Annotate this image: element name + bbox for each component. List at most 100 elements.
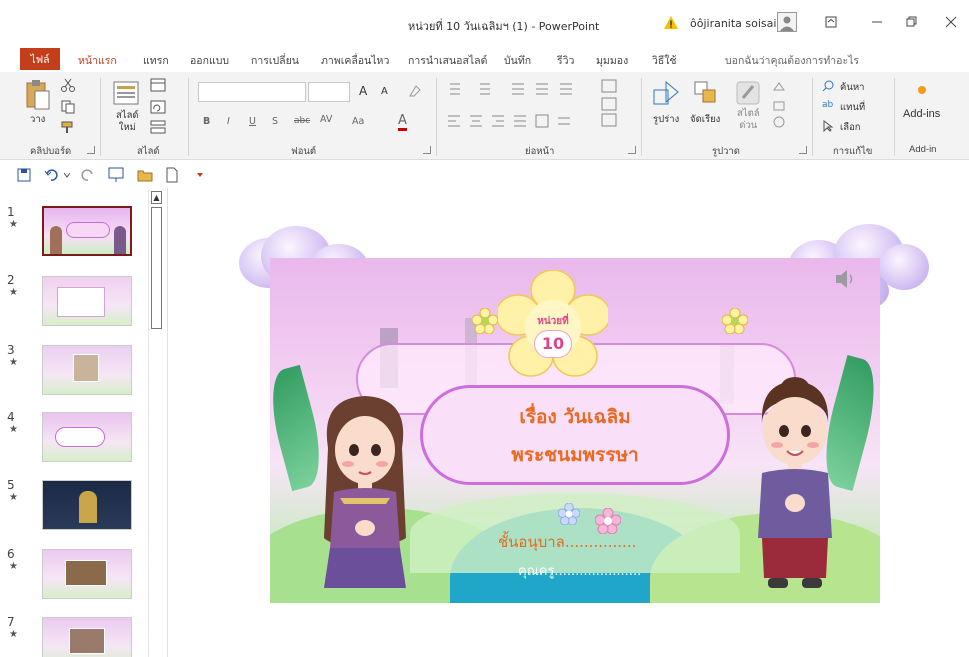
font-size-combobox[interactable]: [308, 82, 350, 102]
audio-speaker-icon[interactable]: [832, 266, 858, 292]
quick-styles-label[interactable]: สไตล์ ด่วน: [737, 108, 760, 132]
teacher-line[interactable]: คุณครู.....................: [518, 560, 641, 581]
shape-fill-outline-effects-icons[interactable]: [771, 80, 787, 130]
font-color-button[interactable]: A: [398, 114, 407, 131]
font-launcher-icon[interactable]: [423, 146, 431, 154]
paragraph-align-icons[interactable]: [446, 114, 576, 128]
quick-access-toolbar: [0, 160, 969, 188]
arrange-icon[interactable]: [693, 80, 721, 108]
addins-icon[interactable]: [916, 84, 928, 96]
paste-label[interactable]: วาง: [30, 112, 45, 127]
character-spacing-icon[interactable]: AV: [320, 114, 332, 125]
slide[interactable]: เรื่อง วันเฉลิม พระชนมพรรษา หน่วยที่ 10: [270, 258, 880, 603]
restore-icon[interactable]: [897, 10, 927, 34]
slide-thumbnail-7[interactable]: [42, 617, 132, 657]
slide-number: 4: [7, 410, 15, 424]
new-slide-icon[interactable]: [112, 78, 140, 108]
slide-thumbnail-5[interactable]: [42, 480, 132, 530]
select-label[interactable]: เลือก: [840, 120, 861, 135]
tab-record[interactable]: บันทึก: [504, 52, 531, 69]
replace-label[interactable]: แทนที่: [840, 100, 865, 115]
scrollbar-thumb[interactable]: [151, 207, 162, 329]
redo-icon[interactable]: [81, 168, 95, 182]
replace-icon[interactable]: ab: [822, 100, 833, 110]
reset-icon[interactable]: [150, 100, 166, 114]
girl-character-image: [324, 396, 406, 588]
copy-icon[interactable]: [60, 100, 76, 114]
arrange-label[interactable]: จัดเรียง: [690, 112, 720, 127]
powerpoint-window: หน่วยที่ 10 วันเฉลิมฯ (1) - PowerPoint ô…: [0, 0, 969, 657]
tab-transitions[interactable]: การเปลี่ยน: [251, 52, 299, 69]
thumbnail-scrollbar[interactable]: ▲: [148, 188, 163, 657]
slide-thumbnail-6[interactable]: [42, 549, 132, 599]
tab-file[interactable]: ไฟล์: [20, 48, 60, 70]
change-case-icon[interactable]: Aa: [352, 116, 364, 127]
warning-icon[interactable]: [663, 15, 679, 31]
tell-me-search[interactable]: บอกฉันว่าคุณต้องการทำอะไร: [725, 52, 859, 69]
new-file-icon[interactable]: [166, 167, 178, 183]
slide-thumbnail-2[interactable]: [42, 276, 132, 326]
save-icon[interactable]: [17, 168, 31, 182]
ribbon: วาง สไลด์ ใหม่ A A B I U S abc AV Aa A ร…: [0, 72, 969, 160]
shapes-icon[interactable]: [652, 80, 680, 108]
title-box[interactable]: เรื่อง วันเฉลิม พระชนมพรรษา: [420, 385, 730, 485]
group-editing-label: การแก้ไข: [833, 146, 873, 157]
undo-dropdown-icon[interactable]: [64, 172, 70, 178]
animation-star-icon: ★: [9, 219, 18, 230]
tab-animations[interactable]: ภาพเคลื่อนไหว: [321, 52, 389, 69]
clipboard-launcher-icon[interactable]: [87, 146, 95, 154]
animation-star-icon: ★: [9, 424, 18, 435]
unit-number: 10: [534, 330, 572, 358]
undo-icon[interactable]: [44, 168, 60, 182]
find-label[interactable]: ค้นหา: [840, 80, 864, 95]
paragraph-lists-icons[interactable]: [446, 82, 576, 96]
close-icon[interactable]: [936, 10, 966, 34]
quick-styles-icon[interactable]: [735, 80, 763, 108]
tab-home[interactable]: หน้าแรก: [78, 52, 117, 77]
small-flower-icon: [558, 503, 580, 525]
scroll-up-icon[interactable]: ▲: [151, 191, 162, 204]
text-direction-icons[interactable]: [600, 78, 620, 128]
paragraph-launcher-icon[interactable]: [628, 146, 636, 154]
shapes-label[interactable]: รูปร่าง: [653, 112, 679, 127]
addins-button[interactable]: Add-ins: [903, 108, 940, 120]
tab-review[interactable]: รีวิว: [557, 52, 574, 69]
shadow-icon[interactable]: S: [272, 116, 278, 127]
ribbon-tabs: ไฟล์ หน้าแรก แทรก ออกแบบ การเปลี่ยน ภาพเ…: [0, 44, 969, 109]
tab-slideshow[interactable]: การนำเสนอสไลด์: [408, 52, 487, 69]
class-line[interactable]: ชั้นอนุบาล...............: [498, 530, 636, 554]
open-folder-icon[interactable]: [137, 168, 153, 182]
font-size-increase[interactable]: A: [359, 84, 367, 98]
customize-qat-icon[interactable]: [197, 172, 203, 178]
italic-icon[interactable]: I: [227, 116, 230, 127]
paste-icon[interactable]: [24, 78, 52, 112]
font-name-combobox[interactable]: [198, 82, 306, 102]
tab-view[interactable]: มุมมอง: [596, 52, 628, 69]
start-from-beginning-icon[interactable]: [108, 167, 124, 183]
slide-thumbnail-4[interactable]: [42, 412, 132, 462]
bold-icon[interactable]: B: [203, 116, 210, 127]
tab-help[interactable]: วิธีใช้: [652, 52, 677, 69]
user-name[interactable]: ôôjiranita soisai: [690, 17, 776, 30]
slide-thumbnail-3[interactable]: [42, 345, 132, 395]
slide-number: 3: [7, 343, 15, 357]
tab-insert[interactable]: แทรก: [143, 52, 169, 69]
minimize-icon[interactable]: [862, 10, 892, 34]
drawing-launcher-icon[interactable]: [799, 146, 807, 154]
font-size-decrease[interactable]: A: [381, 86, 388, 97]
strikethrough-icon[interactable]: abc: [294, 116, 310, 126]
select-icon[interactable]: [822, 120, 834, 132]
slide-thumbnail-1[interactable]: [42, 206, 132, 256]
format-painter-icon[interactable]: [60, 120, 76, 134]
user-avatar[interactable]: [777, 12, 797, 32]
cut-icon[interactable]: [60, 78, 76, 92]
layout-icon[interactable]: [150, 78, 166, 92]
find-icon[interactable]: [822, 80, 834, 92]
tab-design[interactable]: ออกแบบ: [190, 52, 229, 69]
underline-icon[interactable]: U: [249, 116, 256, 127]
slide-thumbnails-pane: 1 ★ 2 ★ 3 ★ 4 ★ 5 ★ 6 ★ 7 ★ ▲: [0, 188, 168, 657]
ribbon-display-options-icon[interactable]: [816, 10, 846, 34]
new-slide-label[interactable]: สไลด์ ใหม่: [116, 110, 139, 134]
section-icon[interactable]: [150, 120, 166, 134]
clear-formatting-icon[interactable]: [408, 84, 422, 98]
